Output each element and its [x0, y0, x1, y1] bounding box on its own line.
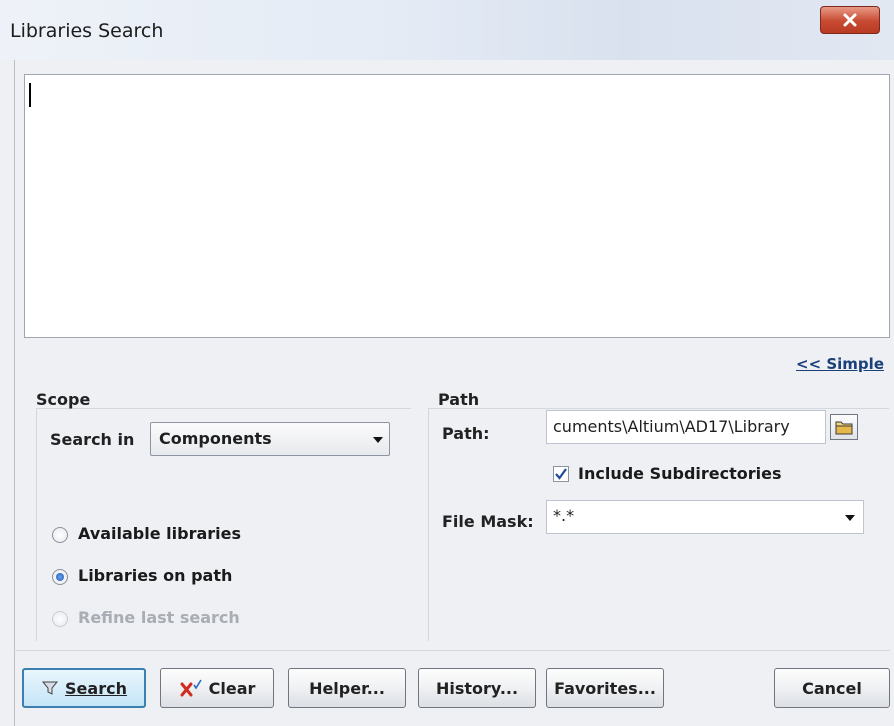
helper-button[interactable]: Helper... — [288, 668, 406, 708]
simple-mode-link[interactable]: << Simple — [796, 355, 884, 373]
chevron-down-icon — [845, 515, 855, 521]
chevron-down-icon — [373, 437, 383, 443]
path-value: cuments\Altium\AD17\Library — [553, 417, 790, 436]
search-in-dropdown[interactable]: Components — [150, 422, 390, 456]
search-button-label: Search — [65, 678, 127, 698]
search-in-label: Search in — [50, 430, 135, 449]
search-query-textarea[interactable] — [24, 74, 890, 338]
libraries-on-path-label[interactable]: Libraries on path — [78, 566, 232, 585]
favorites-button[interactable]: Favorites... — [546, 668, 664, 708]
search-button[interactable]: Search — [22, 668, 146, 708]
button-divider — [14, 650, 890, 651]
helper-button-label: Helper... — [309, 678, 385, 698]
path-heading: Path — [438, 390, 480, 409]
scope-heading: Scope — [36, 390, 91, 409]
clear-button[interactable]: Clear — [160, 668, 274, 708]
include-subdirectories-checkbox[interactable] — [553, 466, 569, 482]
refine-last-search-radio — [52, 611, 68, 627]
close-icon — [843, 13, 857, 27]
window-title: Libraries Search — [10, 20, 164, 42]
file-mask-label: File Mask: — [442, 512, 534, 531]
close-button[interactable] — [820, 6, 880, 34]
filter-icon — [41, 681, 59, 695]
path-label: Path: — [442, 424, 490, 443]
refine-last-search-label: Refine last search — [78, 608, 240, 627]
file-mask-value: *.* — [553, 506, 575, 525]
available-libraries-radio[interactable] — [52, 527, 68, 543]
available-libraries-label[interactable]: Available libraries — [78, 524, 241, 543]
path-input[interactable]: cuments\Altium\AD17\Library — [546, 410, 826, 444]
clear-button-label: Clear — [208, 678, 256, 698]
history-button[interactable]: History... — [418, 668, 536, 708]
cancel-button[interactable]: Cancel — [774, 668, 890, 708]
clear-icon — [180, 679, 202, 697]
favorites-button-label: Favorites... — [554, 678, 656, 698]
folder-icon — [835, 421, 853, 435]
include-subdirectories-label[interactable]: Include Subdirectories — [578, 464, 782, 483]
checkmark-icon — [555, 468, 567, 480]
text-caret — [29, 83, 31, 107]
title-bar: Libraries Search — [0, 0, 894, 60]
browse-folder-button[interactable] — [830, 414, 858, 440]
libraries-on-path-radio[interactable] — [52, 569, 68, 585]
cancel-button-label: Cancel — [802, 678, 862, 698]
search-in-value: Components — [159, 429, 272, 448]
history-button-label: History... — [435, 678, 519, 698]
file-mask-dropdown[interactable]: *.* — [546, 500, 864, 534]
